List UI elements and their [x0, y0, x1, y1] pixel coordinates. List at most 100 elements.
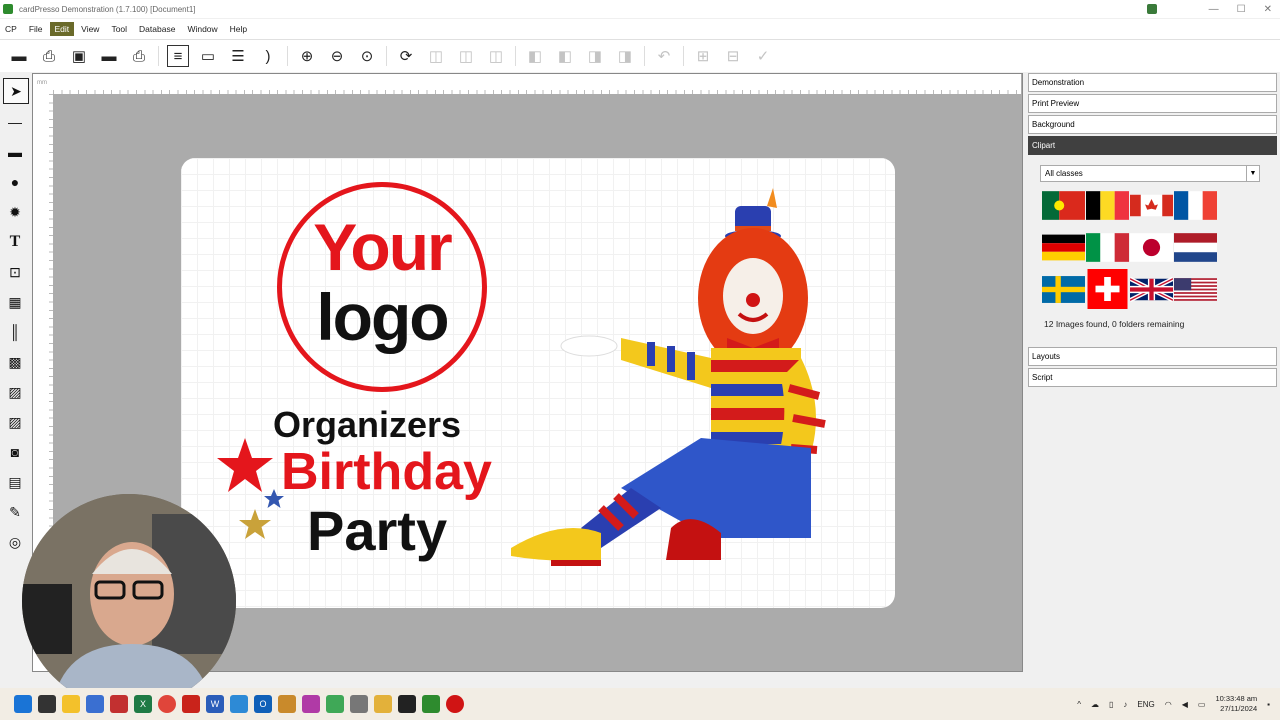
battery-icon[interactable]: ▭: [1198, 700, 1206, 709]
record-icon[interactable]: [446, 695, 464, 713]
zoom-in-icon[interactable]: ⊕: [296, 45, 318, 67]
japan-flag-icon[interactable]: [1130, 227, 1173, 267]
close-icon[interactable]: ✕: [1264, 4, 1272, 15]
taskbar-app-icon[interactable]: [398, 695, 416, 713]
close-doc-icon[interactable]: ▬: [98, 45, 120, 67]
windows-start-icon[interactable]: [14, 695, 32, 713]
card-text-organizers[interactable]: Organizers: [273, 404, 461, 446]
menu-database[interactable]: Database: [134, 22, 180, 36]
zoom-out-icon[interactable]: ⊖: [326, 45, 348, 67]
cardpresso-taskbar-icon[interactable]: [422, 695, 440, 713]
microphone-icon[interactable]: ♪: [1123, 700, 1127, 709]
usb-icon[interactable]: ▯: [1109, 700, 1113, 709]
taskbar-app-icon[interactable]: [350, 695, 368, 713]
acrobat-icon[interactable]: [182, 695, 200, 713]
text-tool-icon[interactable]: T: [3, 230, 27, 254]
image-tool-icon[interactable]: ▨: [3, 380, 27, 404]
word-icon[interactable]: W: [206, 695, 224, 713]
task-view-icon[interactable]: [38, 695, 56, 713]
rectangle-tool-icon[interactable]: ▬: [3, 140, 27, 164]
logo-circle[interactable]: Your logo: [277, 182, 487, 392]
zoom-fit-icon[interactable]: ⊙: [356, 45, 378, 67]
clock[interactable]: 10:33:48 am 27/11/2024: [1215, 694, 1257, 714]
notification-icon[interactable]: ▪: [1267, 700, 1270, 709]
taskbar-app-icon[interactable]: [230, 695, 248, 713]
menu-window[interactable]: Window: [182, 22, 222, 36]
sweden-flag-icon[interactable]: [1042, 269, 1085, 309]
ellipse-tool-icon[interactable]: ●: [3, 170, 27, 194]
card-text-birthday[interactable]: Birthday: [281, 442, 492, 502]
taskbar-app-icon[interactable]: [374, 695, 392, 713]
menu-view[interactable]: View: [76, 22, 104, 36]
new-icon[interactable]: ▬: [8, 45, 30, 67]
select-arrow-icon[interactable]: ➤: [3, 78, 29, 104]
france-flag-icon[interactable]: [1174, 185, 1217, 225]
card-design[interactable]: Your logo Organizers Birthday Party: [181, 158, 895, 608]
italy-flag-icon[interactable]: [1086, 227, 1129, 267]
cloud-icon[interactable]: ☁: [1091, 700, 1099, 709]
united-states-flag-icon[interactable]: [1174, 269, 1217, 309]
section-background[interactable]: Background: [1028, 115, 1277, 134]
recorder-icon[interactable]: [1146, 4, 1157, 14]
excel-icon[interactable]: X: [134, 695, 152, 713]
qrcode-tool-icon[interactable]: ▩: [3, 350, 27, 374]
chevron-down-icon[interactable]: ▼: [1246, 166, 1259, 181]
distribute-even-icon[interactable]: ◨: [614, 45, 636, 67]
united-kingdom-flag-icon[interactable]: [1130, 269, 1173, 309]
taskbar-app-icon[interactable]: [326, 695, 344, 713]
chevron-up-icon[interactable]: ^: [1077, 700, 1081, 709]
taskbar-app-icon[interactable]: [278, 695, 296, 713]
volume-icon[interactable]: ◀: [1182, 700, 1188, 709]
line-tool-icon[interactable]: —: [3, 110, 27, 134]
menu-cp[interactable]: CP: [0, 22, 22, 36]
ungroup-icon[interactable]: ⊟: [722, 45, 744, 67]
section-clipart[interactable]: Clipart: [1028, 136, 1277, 155]
open-icon[interactable]: ⎙: [38, 45, 60, 67]
picture-tool-icon[interactable]: ▨: [3, 410, 27, 434]
card-view-icon[interactable]: ≡: [167, 45, 189, 67]
section-script[interactable]: Script: [1028, 368, 1277, 387]
section-layouts[interactable]: Layouts: [1028, 347, 1277, 366]
contactless-icon[interactable]: ): [257, 45, 279, 67]
align-right-icon[interactable]: ◫: [485, 45, 507, 67]
netherlands-flag-icon[interactable]: [1174, 227, 1217, 267]
magstripe-icon[interactable]: ▭: [197, 45, 219, 67]
card-text-party[interactable]: Party: [307, 498, 447, 563]
section-print-preview[interactable]: Print Preview: [1028, 94, 1277, 113]
canada-flag-icon[interactable]: [1130, 185, 1173, 225]
maximize-icon[interactable]: ☐: [1237, 4, 1246, 15]
portugal-flag-icon[interactable]: [1042, 185, 1085, 225]
distribute-right-icon[interactable]: ◨: [584, 45, 606, 67]
distribute-center-icon[interactable]: ◧: [554, 45, 576, 67]
save-icon[interactable]: ▣: [68, 45, 90, 67]
germany-flag-icon[interactable]: [1042, 227, 1085, 267]
polygon-tool-icon[interactable]: ✹: [3, 200, 27, 224]
barcode-tool-icon[interactable]: ║: [3, 320, 27, 344]
file-explorer-icon[interactable]: [62, 695, 80, 713]
switzerland-flag-icon[interactable]: [1086, 269, 1129, 309]
print-icon[interactable]: ⎙: [128, 45, 150, 67]
wifi-icon[interactable]: ◠: [1165, 700, 1172, 709]
counter-tool-icon[interactable]: ⊡: [3, 260, 27, 284]
date-tool-icon[interactable]: ▦: [3, 290, 27, 314]
menu-help[interactable]: Help: [225, 22, 252, 36]
red-star-icon[interactable]: [215, 436, 275, 496]
align-center-icon[interactable]: ◫: [455, 45, 477, 67]
section-demonstration[interactable]: Demonstration: [1028, 73, 1277, 92]
fingerprint-tool-icon[interactable]: ◎: [3, 530, 27, 554]
minimize-icon[interactable]: —: [1209, 4, 1219, 15]
menu-file[interactable]: File: [24, 22, 48, 36]
gold-star-icon[interactable]: [237, 508, 273, 542]
distribute-left-icon[interactable]: ◧: [524, 45, 546, 67]
menu-edit[interactable]: Edit: [49, 22, 75, 36]
taskbar-app-icon[interactable]: [110, 695, 128, 713]
rotate-icon[interactable]: ⟳: [395, 45, 417, 67]
signature-tool-icon[interactable]: ✎: [3, 500, 27, 524]
taskbar-app-icon[interactable]: [86, 695, 104, 713]
lock-icon[interactable]: ✓: [752, 45, 774, 67]
language-indicator[interactable]: ENG: [1137, 700, 1154, 709]
menu-tool[interactable]: Tool: [106, 22, 132, 36]
outlook-icon[interactable]: O: [254, 695, 272, 713]
camera-tool-icon[interactable]: ◙: [3, 440, 27, 464]
layers-icon[interactable]: ☰: [227, 45, 249, 67]
